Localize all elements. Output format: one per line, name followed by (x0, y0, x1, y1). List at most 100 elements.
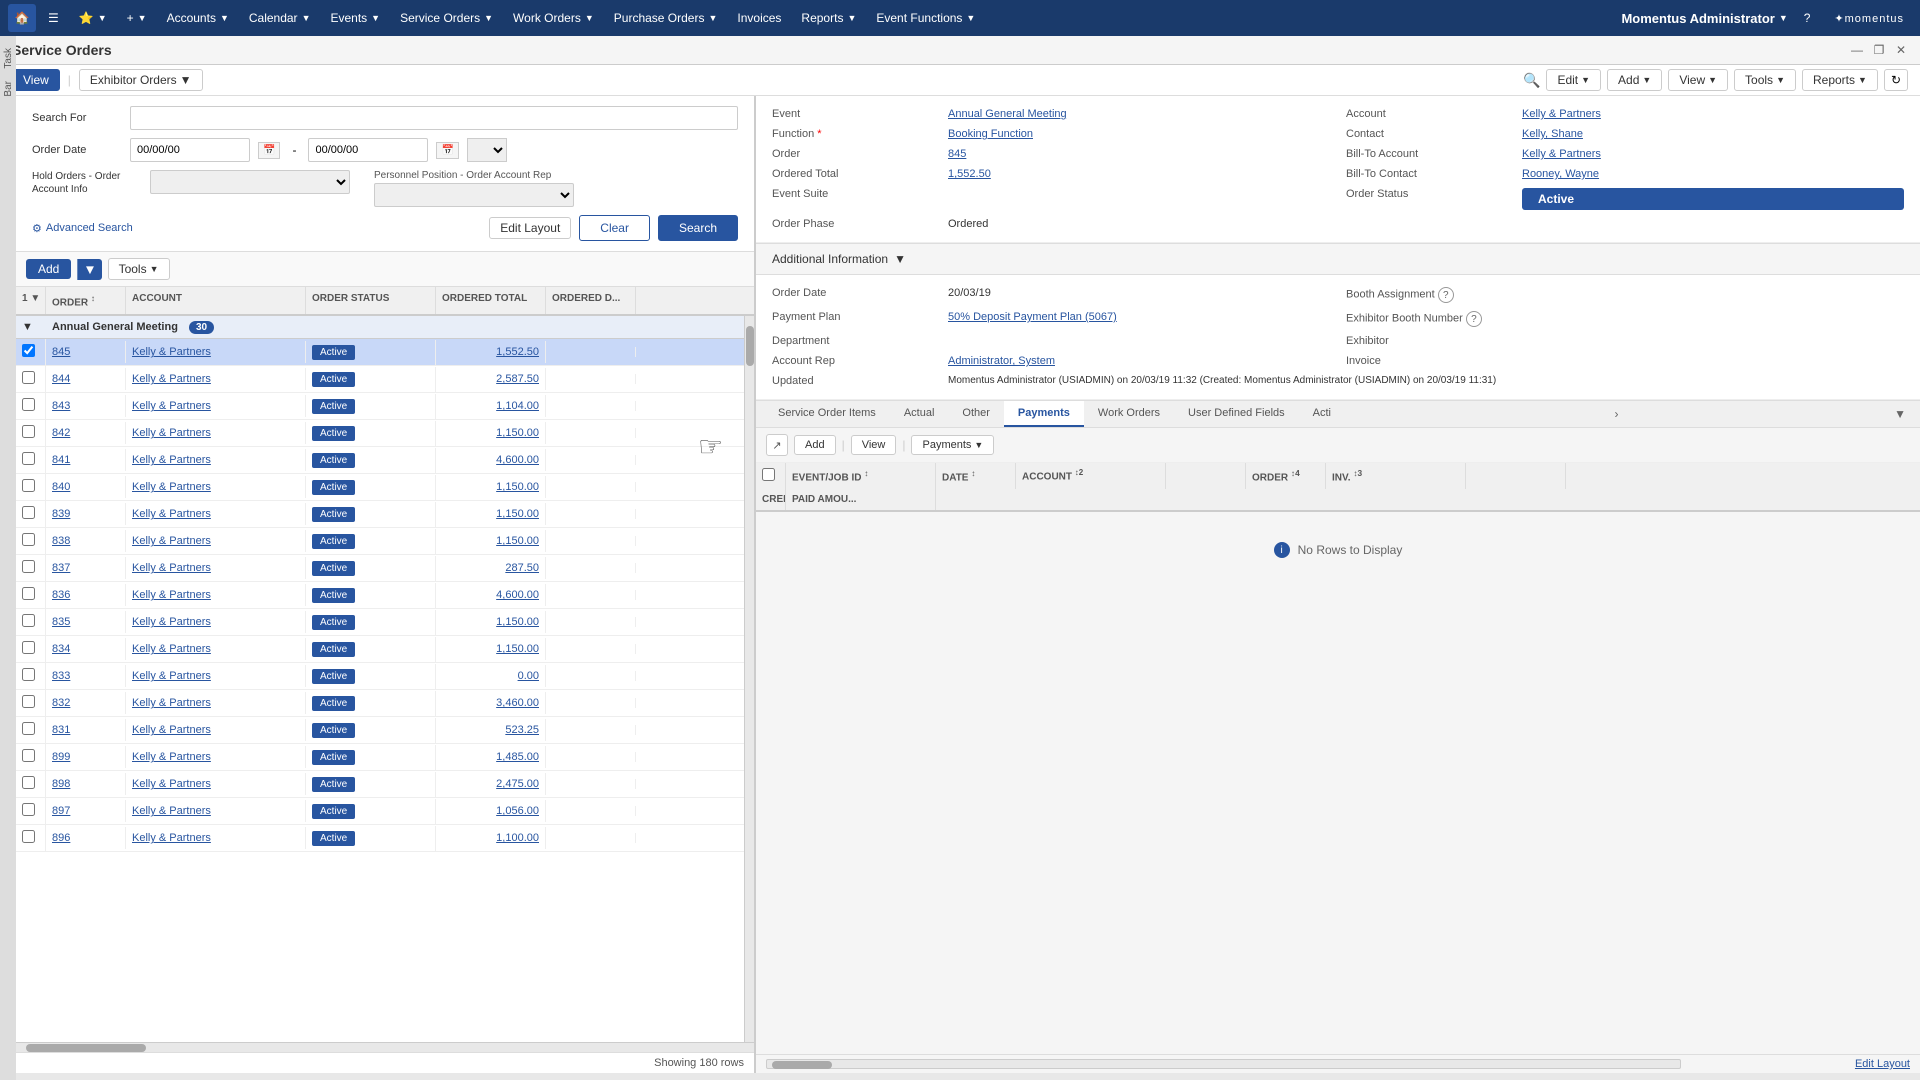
row-total[interactable]: 1,104.00 (436, 395, 546, 417)
row-total[interactable]: 0.00 (436, 665, 546, 687)
table-row[interactable]: 835 Kelly & Partners Active 1,150.00 (16, 609, 744, 636)
nav-plus[interactable]: + ▼ (119, 7, 155, 29)
row-account[interactable]: Kelly & Partners (126, 584, 306, 606)
row-total[interactable]: 1,485.00 (436, 746, 546, 768)
nav-hamburger[interactable]: ☰ (40, 7, 67, 29)
hold-orders-select[interactable] (150, 170, 350, 194)
table-row[interactable]: 898 Kelly & Partners Active 2,475.00 (16, 771, 744, 798)
search-for-input[interactable] (130, 106, 738, 130)
table-row[interactable]: 833 Kelly & Partners Active 0.00 (16, 663, 744, 690)
table-row[interactable]: 840 Kelly & Partners Active 1,150.00 (16, 474, 744, 501)
group-collapse-icon[interactable]: ▼ (22, 321, 52, 333)
nav-calendar[interactable]: Calendar ▼ (241, 7, 319, 29)
row-check[interactable] (16, 798, 46, 824)
view-toolbar-right-button[interactable]: View ▼ (1668, 69, 1728, 91)
add-dropdown-button[interactable]: ▼ (77, 259, 101, 280)
row-order[interactable]: 838 (46, 530, 126, 552)
row-check[interactable] (16, 555, 46, 581)
row-check[interactable] (16, 420, 46, 446)
row-total[interactable]: 3,460.00 (436, 692, 546, 714)
row-account[interactable]: Kelly & Partners (126, 719, 306, 741)
additional-info-header[interactable]: Additional Information ▼ (756, 243, 1920, 275)
row-order[interactable]: 896 (46, 827, 126, 849)
payments-add-button[interactable]: Add (794, 435, 836, 455)
row-account[interactable]: Kelly & Partners (126, 341, 306, 363)
home-button[interactable]: 🏠 (8, 4, 36, 32)
bill-to-account-value[interactable]: Kelly & Partners (1522, 148, 1904, 160)
row-total[interactable]: 287.50 (436, 557, 546, 579)
bill-to-contact-value[interactable]: Rooney, Wayne (1522, 168, 1904, 180)
row-order[interactable]: 833 (46, 665, 126, 687)
row-account[interactable]: Kelly & Partners (126, 800, 306, 822)
order-date-from[interactable] (130, 138, 250, 162)
payments-payments-button[interactable]: Payments ▼ (911, 435, 994, 455)
row-account[interactable]: Kelly & Partners (126, 503, 306, 525)
pay-col-inv[interactable]: INV. ↕3 (1326, 463, 1466, 489)
row-total[interactable]: 1,100.00 (436, 827, 546, 849)
search-button[interactable]: Search (658, 215, 738, 241)
account-rep-value[interactable]: Administrator, System (948, 355, 1330, 367)
col-order[interactable]: ORDER ↕ (46, 287, 126, 314)
row-total[interactable]: 1,150.00 (436, 476, 546, 498)
date-from-picker[interactable]: 📅 (258, 142, 280, 159)
nav-event-functions[interactable]: Event Functions ▼ (868, 7, 983, 29)
row-check[interactable] (16, 717, 46, 743)
exhibitor-help-icon[interactable]: ? (1466, 311, 1482, 327)
tab-service-order-items[interactable]: Service Order Items (764, 401, 890, 427)
contact-value[interactable]: Kelly, Shane (1522, 128, 1904, 140)
row-order[interactable]: 834 (46, 638, 126, 660)
row-check[interactable] (16, 771, 46, 797)
col-total[interactable]: ORDERED TOTAL (436, 287, 546, 314)
row-check[interactable] (16, 339, 46, 365)
row-order[interactable]: 898 (46, 773, 126, 795)
row-total[interactable]: 523.25 (436, 719, 546, 741)
account-value[interactable]: Kelly & Partners (1522, 108, 1904, 120)
tab-scroll-right[interactable]: › (1609, 403, 1625, 425)
refresh-button[interactable]: ↻ (1884, 69, 1908, 91)
payments-select-all[interactable] (762, 468, 775, 481)
row-check[interactable] (16, 636, 46, 662)
external-link-icon[interactable]: ↗ (766, 434, 788, 456)
row-check[interactable] (16, 501, 46, 527)
help-button[interactable]: ? (1796, 7, 1819, 29)
row-check[interactable] (16, 744, 46, 770)
payments-view-button[interactable]: View (851, 435, 897, 455)
exhibitor-orders-button[interactable]: Exhibitor Orders ▼ (79, 69, 203, 91)
table-row[interactable]: 899 Kelly & Partners Active 1,485.00 (16, 744, 744, 771)
row-account[interactable]: Kelly & Partners (126, 611, 306, 633)
ordered-total-value[interactable]: 1,552.50 (948, 168, 1330, 180)
table-row[interactable]: 832 Kelly & Partners Active 3,460.00 (16, 690, 744, 717)
row-order[interactable]: 839 (46, 503, 126, 525)
row-order[interactable]: 840 (46, 476, 126, 498)
row-order[interactable]: 842 (46, 422, 126, 444)
pay-col-account[interactable]: ACCOUNT ↕2 (1016, 463, 1166, 489)
row-account[interactable]: Kelly & Partners (126, 476, 306, 498)
row-total[interactable]: 2,587.50 (436, 368, 546, 390)
table-row[interactable]: 843 Kelly & Partners Active 1,104.00 (16, 393, 744, 420)
function-value[interactable]: Booking Function (948, 128, 1330, 140)
table-row[interactable]: 837 Kelly & Partners Active 287.50 (16, 555, 744, 582)
pay-col-order[interactable]: ORDER ↕4 (1246, 463, 1326, 489)
row-order[interactable]: 897 (46, 800, 126, 822)
table-row[interactable]: 896 Kelly & Partners Active 1,100.00 (16, 825, 744, 852)
pay-col-paid[interactable]: PAID AMOU... (786, 489, 936, 510)
row-check[interactable] (16, 663, 46, 689)
table-row[interactable]: 897 Kelly & Partners Active 1,056.00 (16, 798, 744, 825)
row-check[interactable] (16, 366, 46, 392)
tab-payments[interactable]: Payments (1004, 401, 1084, 427)
table-row[interactable]: 845 Kelly & Partners Active 1,552.50 (16, 339, 744, 366)
admin-label[interactable]: Momentus Administrator ▼ (1621, 11, 1787, 26)
row-account[interactable]: Kelly & Partners (126, 395, 306, 417)
row-account[interactable]: Kelly & Partners (126, 746, 306, 768)
row-total[interactable]: 1,552.50 (436, 341, 546, 363)
row-check[interactable] (16, 582, 46, 608)
tools-button[interactable]: Tools ▼ (108, 258, 170, 280)
table-row[interactable]: 844 Kelly & Partners Active 2,587.50 (16, 366, 744, 393)
row-order[interactable]: 899 (46, 746, 126, 768)
row-account[interactable]: Kelly & Partners (126, 773, 306, 795)
add-button[interactable]: Add (26, 259, 71, 279)
personnel-select[interactable] (374, 183, 574, 207)
date-to-picker[interactable]: 📅 (436, 142, 458, 159)
row-check[interactable] (16, 825, 46, 851)
add-toolbar-button[interactable]: Add ▼ (1607, 69, 1662, 91)
